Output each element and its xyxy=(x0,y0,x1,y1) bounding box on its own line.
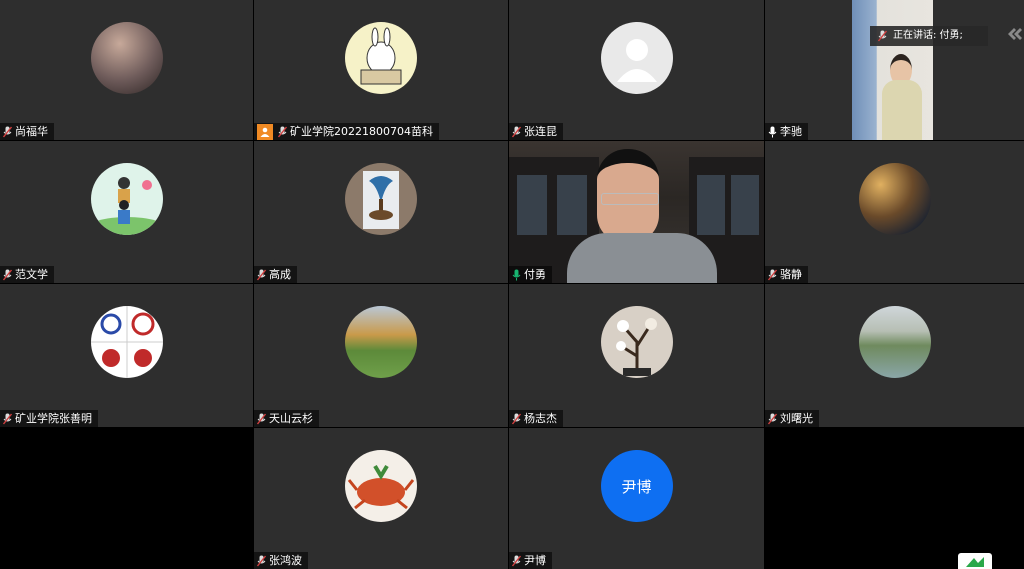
name-tag: 张鸿波 xyxy=(254,552,308,569)
name-tag: 矿业学院20221800704苗科 xyxy=(254,123,439,140)
speaking-indicator: 正在讲话: 付勇; xyxy=(870,26,988,46)
text-avatar: 尹博 xyxy=(600,450,673,522)
mic-muted-icon xyxy=(878,30,887,42)
mic-speaking-icon xyxy=(512,269,521,280)
participant-tile-5[interactable]: 范文学 xyxy=(0,141,253,283)
participant-name: 李驰 xyxy=(780,125,802,138)
name-tag: 刘曙光 xyxy=(765,410,819,427)
name-tag: 李驰 xyxy=(765,123,808,140)
mic-muted-icon xyxy=(512,126,521,137)
participant-name: 范文学 xyxy=(15,268,48,281)
participant-name: 矿业学院20221800704苗科 xyxy=(290,125,433,138)
participant-name: 张鸿波 xyxy=(269,554,302,567)
mic-muted-icon xyxy=(3,126,12,137)
participant-name: 尹博 xyxy=(524,554,546,567)
participant-name: 张连昆 xyxy=(524,125,557,138)
avatar-initials: 尹博 xyxy=(621,477,652,496)
default-avatar-icon xyxy=(600,22,673,94)
participant-tile-1[interactable]: 尚福华 xyxy=(0,0,253,140)
name-tag: 付勇 xyxy=(509,266,552,283)
mic-muted-icon xyxy=(3,413,12,424)
mic-muted-icon xyxy=(512,555,521,566)
mic-muted-icon xyxy=(512,413,521,424)
name-tag: 张连昆 xyxy=(509,123,563,140)
avatar xyxy=(345,450,417,522)
name-tag: 骆静 xyxy=(765,266,808,283)
participant-tile-4[interactable]: 李驰 xyxy=(765,0,1024,140)
avatar xyxy=(90,163,163,235)
participant-name: 骆静 xyxy=(780,268,802,281)
host-badge-icon xyxy=(257,123,273,140)
empty-slot xyxy=(765,428,1024,569)
empty-slot xyxy=(0,428,253,569)
name-tag: 天山云杉 xyxy=(254,410,319,427)
mic-muted-icon xyxy=(3,269,12,280)
participant-tile-13[interactable]: 张鸿波 xyxy=(254,428,508,569)
participant-name: 矿业学院张善明 xyxy=(15,412,92,425)
speaking-label: 正在讲话: 付勇; xyxy=(893,30,963,41)
avatar xyxy=(90,22,163,94)
mic-muted-icon xyxy=(257,269,266,280)
participant-tile-9[interactable]: 矿业学院张善明 xyxy=(0,284,253,427)
mic-muted-icon xyxy=(768,269,777,280)
participant-tile-14[interactable]: 尹博 尹博 xyxy=(509,428,764,569)
mic-muted-icon xyxy=(768,413,777,424)
avatar xyxy=(600,306,673,378)
participant-tile-11[interactable]: 杨志杰 xyxy=(509,284,764,427)
participant-tile-3[interactable]: 张连昆 xyxy=(509,0,764,140)
participant-tile-12[interactable]: 刘曙光 xyxy=(765,284,1024,427)
app-logo-icon xyxy=(958,553,992,569)
collapse-panel-icon[interactable] xyxy=(1002,24,1024,44)
participant-name: 杨志杰 xyxy=(524,412,557,425)
name-tag: 尹博 xyxy=(509,552,552,569)
avatar xyxy=(858,163,931,235)
avatar xyxy=(345,163,417,235)
video-feed xyxy=(509,141,764,283)
person xyxy=(567,149,717,283)
participant-name: 刘曙光 xyxy=(780,412,813,425)
participant-tile-10[interactable]: 天山云杉 xyxy=(254,284,508,427)
name-tag: 高成 xyxy=(254,266,297,283)
participant-name: 天山云杉 xyxy=(269,412,313,425)
avatar xyxy=(858,306,931,378)
participant-name: 付勇 xyxy=(524,268,546,281)
avatar xyxy=(90,306,163,378)
mic-icon xyxy=(768,126,777,137)
participant-tile-active-speaker[interactable]: 付勇 xyxy=(509,141,764,283)
mic-muted-icon xyxy=(257,555,266,566)
participant-name: 高成 xyxy=(269,268,291,281)
participant-tile-2[interactable]: 矿业学院20221800704苗科 xyxy=(254,0,508,140)
participant-tile-6[interactable]: 高成 xyxy=(254,141,508,283)
name-tag: 杨志杰 xyxy=(509,410,563,427)
avatar xyxy=(345,306,417,378)
mic-muted-icon xyxy=(278,126,287,137)
person-silhouette xyxy=(882,54,922,140)
name-tag: 矿业学院张善明 xyxy=(0,410,98,427)
avatar xyxy=(345,22,417,94)
mic-muted-icon xyxy=(257,413,266,424)
video-feed xyxy=(852,0,933,140)
participant-tile-8[interactable]: 骆静 xyxy=(765,141,1024,283)
name-tag: 尚福华 xyxy=(0,123,54,140)
name-tag: 范文学 xyxy=(0,266,54,283)
participant-name: 尚福华 xyxy=(15,125,48,138)
